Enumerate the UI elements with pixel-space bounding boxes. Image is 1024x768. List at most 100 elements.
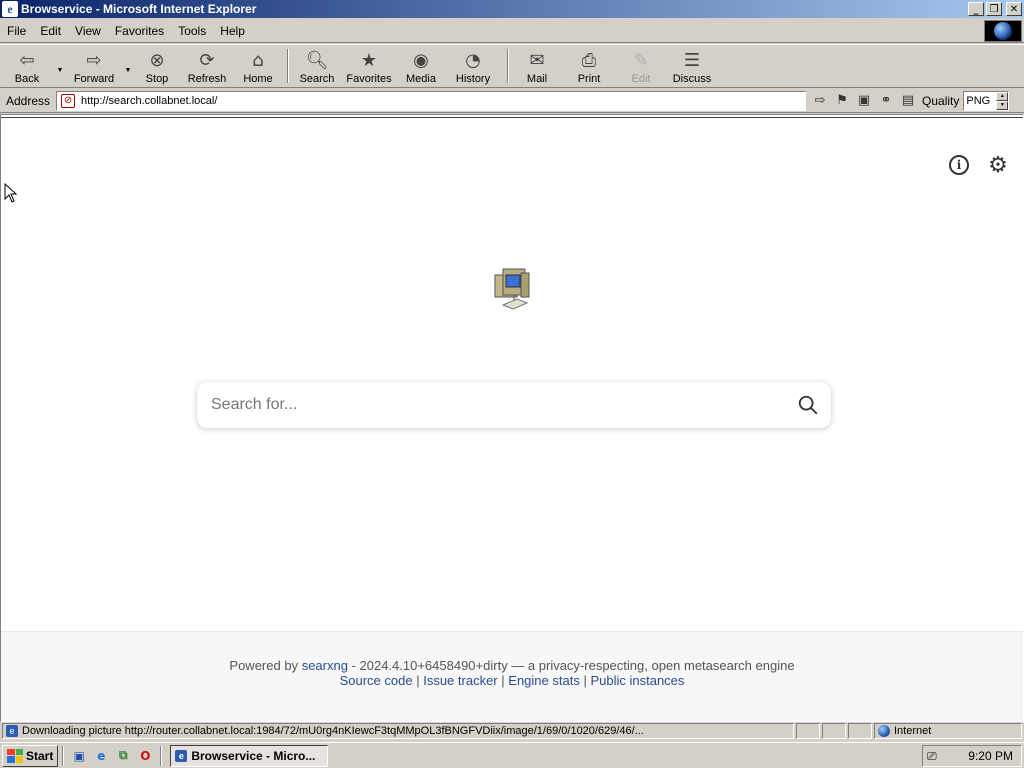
print-label: Print (577, 73, 601, 85)
refresh-icon: ⟳ (199, 49, 215, 71)
favorites-button[interactable]: ★ Favorites (340, 45, 398, 87)
address-bar: Address ⊘ http://search.collabnet.local/… (0, 89, 1024, 113)
search-input[interactable] (211, 396, 797, 414)
search-submit-icon[interactable] (797, 394, 819, 416)
close-button[interactable]: ✕ (1006, 2, 1022, 16)
footer-links: Source code | Issue tracker | Engine sta… (1, 673, 1023, 688)
edit-button[interactable]: ✎ Edit (618, 45, 664, 87)
media-label: Media (406, 73, 436, 85)
title-bar: e Browservice - Microsoft Internet Explo… (0, 0, 1024, 18)
gear-icon[interactable]: ⚙ (987, 155, 1009, 177)
clock[interactable]: 9:20 PM (968, 749, 1013, 763)
minimize-button[interactable]: _ (968, 2, 984, 16)
windows-logo-icon (7, 748, 23, 763)
globe-icon (994, 22, 1012, 40)
task-label: Browservice - Micro... (191, 748, 316, 763)
mail-label: Mail (526, 73, 548, 85)
show-desktop-icon[interactable]: ▣ (70, 747, 88, 765)
menu-bar: File Edit View Favorites Tools Help (0, 19, 1024, 43)
address-field[interactable]: ⊘ http://search.collabnet.local/ (56, 90, 807, 111)
discuss-button[interactable]: ☰ Discuss (664, 45, 720, 87)
menu-tools[interactable]: Tools (171, 24, 213, 38)
back-button[interactable]: ⇦ Back (0, 45, 54, 87)
forward-label: Forward (73, 73, 115, 85)
status-segment (848, 723, 872, 739)
network-icon[interactable]: ⧉ (114, 747, 132, 765)
public-instances-link[interactable]: Public instances (590, 673, 684, 688)
go-arrow-icon[interactable]: ⇨ (812, 93, 828, 109)
menu-favorites[interactable]: Favorites (108, 24, 171, 38)
link-separator: | (416, 673, 420, 688)
menu-view[interactable]: View (68, 24, 108, 38)
source-code-link[interactable]: Source code (340, 673, 413, 688)
engine-stats-link[interactable]: Engine stats (508, 673, 580, 688)
page-save-icon[interactable]: ▣ (856, 93, 872, 109)
page-icon: ⊘ (61, 93, 76, 108)
history-button[interactable]: ◔ History (444, 45, 502, 87)
home-icon: ⌂ (252, 49, 264, 71)
taskbar-browservice-window[interactable]: e Browservice - Micro... (170, 744, 329, 767)
print-button[interactable]: ⎙ Print (560, 45, 618, 87)
forward-button[interactable]: ⇨ Forward (66, 45, 122, 87)
searxng-link[interactable]: searxng (302, 658, 348, 673)
stop-label: Stop (145, 73, 169, 85)
search-box (197, 382, 831, 428)
internet-zone-icon (878, 725, 890, 737)
ie-task-icon: e (175, 749, 188, 762)
refresh-label: Refresh (187, 73, 227, 85)
top-right-icons: i ⚙ (949, 155, 1009, 177)
mail-icon: ✉ (529, 49, 545, 71)
ie-page-icon: e (6, 725, 18, 737)
info-icon[interactable]: i (949, 155, 969, 175)
find-binoculars-icon[interactable]: ⚭ (878, 93, 894, 109)
issue-tracker-link[interactable]: Issue tracker (423, 673, 497, 688)
quality-label: Quality (922, 93, 960, 108)
home-button[interactable]: ⌂ Home (234, 45, 282, 87)
page-viewport: i ⚙ Powered by searxng - 2024.4.10+64584… (0, 114, 1024, 722)
search-label: Search (299, 73, 335, 85)
spin-down-icon[interactable]: ▼ (996, 100, 1009, 110)
status-bar: e Downloading picture http://router.coll… (0, 722, 1024, 740)
menu-help[interactable]: Help (213, 24, 252, 38)
history-label: History (455, 73, 491, 85)
clipboard-icon[interactable]: ▤ (900, 93, 916, 109)
forward-dropdown-icon[interactable]: ▼ (122, 45, 134, 87)
opera-icon[interactable]: O (136, 747, 154, 765)
ie-quick-launch-icon[interactable]: e (92, 747, 110, 765)
bookmark-icon[interactable]: ⚑ (834, 93, 850, 109)
tray-network-icon[interactable]: ⎚ (927, 749, 937, 764)
footer-powered-line: Powered by searxng - 2024.4.10+6458490+d… (1, 658, 1023, 673)
mail-button[interactable]: ✉ Mail (514, 45, 560, 87)
back-arrow-icon: ⇦ (19, 49, 35, 71)
back-label: Back (14, 73, 40, 85)
link-separator: | (501, 673, 505, 688)
history-icon: ◔ (465, 49, 481, 71)
mouse-cursor-icon (4, 183, 18, 203)
edit-label: Edit (631, 73, 651, 85)
viewport-edge (1, 117, 1023, 118)
address-tools: ⇨ ⚑ ▣ ⚭ ▤ (812, 93, 916, 109)
back-dropdown-icon[interactable]: ▼ (54, 45, 66, 87)
search-button[interactable]: 🔍︎ Search (294, 45, 340, 87)
standard-toolbar: ⇦ Back ▼ ⇨ Forward ▼ ⊗ Stop ⟳ Refresh ⌂ … (0, 44, 1024, 88)
address-url[interactable]: http://search.collabnet.local/ (81, 95, 217, 107)
menu-file[interactable]: File (0, 24, 33, 38)
media-button[interactable]: ◉ Media (398, 45, 444, 87)
restore-button[interactable]: ❐ (986, 2, 1002, 16)
address-label: Address (6, 93, 51, 108)
menu-edit[interactable]: Edit (33, 24, 68, 38)
favorites-label: Favorites (346, 73, 392, 85)
forward-arrow-icon: ⇨ (86, 49, 102, 71)
security-zone: Internet (874, 723, 1022, 739)
ie-app-icon[interactable]: e (2, 1, 18, 17)
zone-label: Internet (894, 725, 932, 737)
stop-button[interactable]: ⊗ Stop (134, 45, 180, 87)
refresh-button[interactable]: ⟳ Refresh (180, 45, 234, 87)
quality-select[interactable]: PNG ▲ ▼ (963, 90, 1010, 111)
media-icon: ◉ (413, 49, 429, 71)
spin-up-icon[interactable]: ▲ (996, 91, 1009, 101)
start-button[interactable]: Start (2, 744, 59, 767)
footer-tagline: - 2024.4.10+6458490+dirty — a privacy-re… (351, 658, 795, 673)
window-title: Browservice - Microsoft Internet Explore… (21, 2, 257, 16)
quality-spinner[interactable]: ▲ ▼ (996, 91, 1009, 110)
